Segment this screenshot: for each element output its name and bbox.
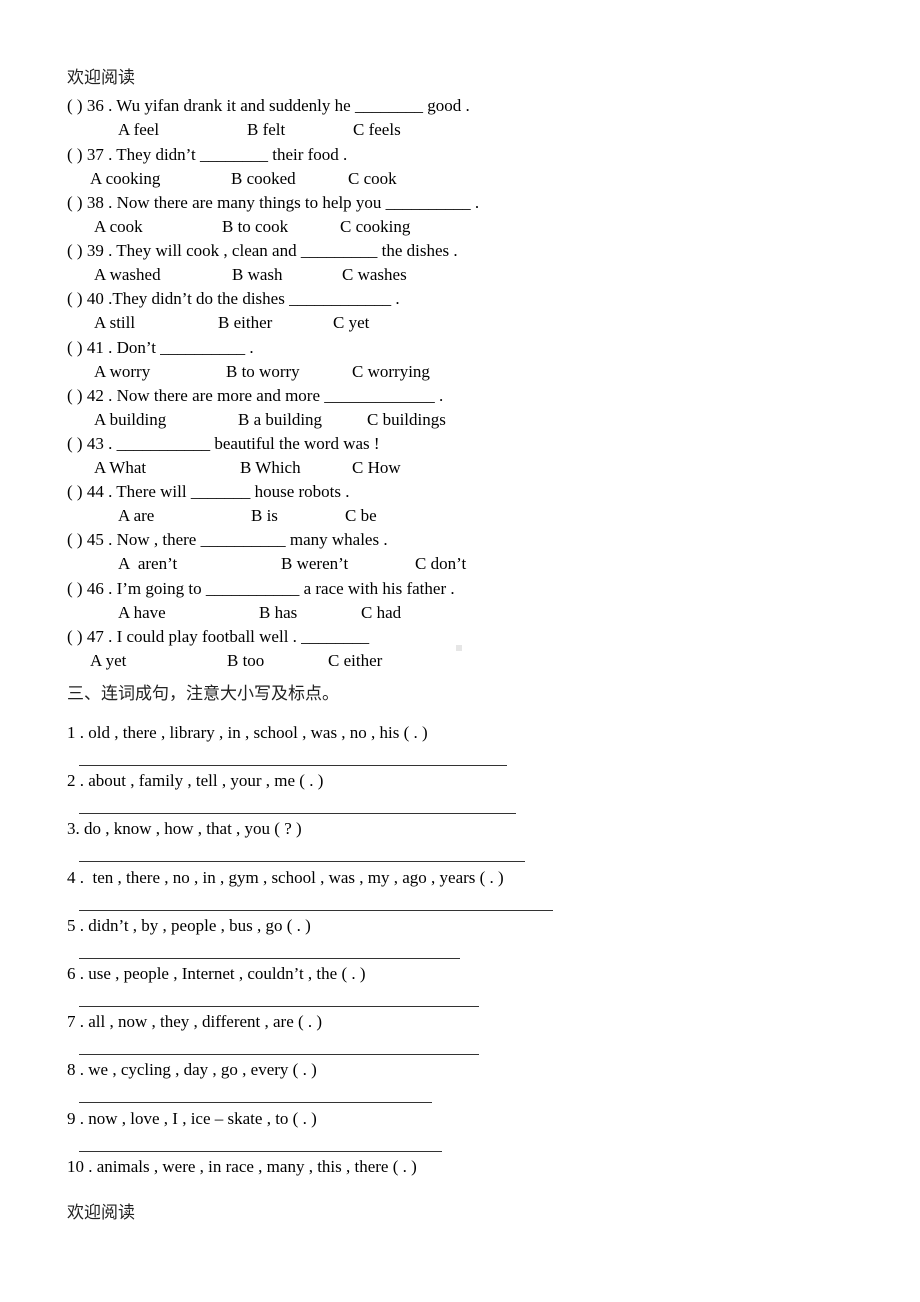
option-b: B is xyxy=(251,506,278,525)
option-c: C worrying xyxy=(352,362,430,381)
question-47: ( ) 47 . I could play football well . __… xyxy=(67,627,370,646)
answer-line[interactable] xyxy=(79,1054,479,1055)
sentence-item-8: 8 . we , cycling , day , go , every ( . … xyxy=(67,1060,317,1079)
option-c: C How xyxy=(352,458,401,477)
option-b: B to worry xyxy=(226,362,300,381)
question-37: ( ) 37 . They didn’t ________ their food… xyxy=(67,145,348,164)
option-c: C cooking xyxy=(340,217,411,236)
option-a: A feel xyxy=(118,120,160,139)
option-b: B cooked xyxy=(231,169,296,188)
option-c: C buildings xyxy=(367,410,446,429)
section-title: 三、连词成句，注意大小写及标点。 xyxy=(67,684,339,704)
answer-line[interactable] xyxy=(79,1102,432,1103)
option-b: B either xyxy=(218,313,273,332)
answer-line[interactable] xyxy=(79,1151,442,1152)
footer-text: 欢迎阅读 xyxy=(67,1203,135,1223)
option-c: C be xyxy=(345,506,377,525)
option-a: A cook xyxy=(94,217,143,236)
option-a: A still xyxy=(94,313,136,332)
question-39: ( ) 39 . They will cook , clean and ____… xyxy=(67,241,458,260)
option-b: B Which xyxy=(240,458,301,477)
option-c: C cook xyxy=(348,169,397,188)
question-46: ( ) 46 . I’m going to ___________ a race… xyxy=(67,579,455,598)
option-a: A worry xyxy=(94,362,151,381)
answer-line[interactable] xyxy=(79,765,507,766)
option-a: A washed xyxy=(94,265,161,284)
question-42: ( ) 42 . Now there are more and more ___… xyxy=(67,386,444,405)
decorative-dot xyxy=(456,645,462,651)
option-a: A have xyxy=(118,603,166,622)
sentence-item-1: 1 . old , there , library , in , school … xyxy=(67,723,428,742)
question-40: ( ) 40 .They didn’t do the dishes ______… xyxy=(67,289,400,308)
option-a: A cooking xyxy=(90,169,161,188)
question-45: ( ) 45 . Now , there __________ many wha… xyxy=(67,530,388,549)
sentence-item-2: 2 . about , family , tell , your , me ( … xyxy=(67,771,324,790)
question-36: ( ) 36 . Wu yifan drank it and suddenly … xyxy=(67,96,470,115)
option-c: C either xyxy=(328,651,383,670)
option-b: B too xyxy=(227,651,265,670)
option-a: A What xyxy=(94,458,147,477)
question-38: ( ) 38 . Now there are many things to he… xyxy=(67,193,480,212)
option-c: C don’t xyxy=(415,554,467,573)
option-c: C yet xyxy=(333,313,370,332)
sentence-item-6: 6 . use , people , Internet , couldn’t ,… xyxy=(67,964,366,983)
option-c: C had xyxy=(361,603,402,622)
option-b: B wash xyxy=(232,265,283,284)
answer-line[interactable] xyxy=(79,1006,479,1007)
sentence-item-3: 3. do , know , how , that , you ( ? ) xyxy=(67,819,302,838)
option-b: B to cook xyxy=(222,217,289,236)
answer-line[interactable] xyxy=(79,861,525,862)
option-a: A building xyxy=(94,410,167,429)
answer-line[interactable] xyxy=(79,958,460,959)
option-a: A yet xyxy=(90,651,127,670)
sentence-item-7: 7 . all , now , they , different , are (… xyxy=(67,1012,323,1031)
sentence-item-10: 10 . animals , were , in race , many , t… xyxy=(67,1157,417,1176)
option-c: C washes xyxy=(342,265,407,284)
option-c: C feels xyxy=(353,120,401,139)
question-43: ( ) 43 . ___________ beautiful the word … xyxy=(67,434,380,453)
question-44: ( ) 44 . There will _______ house robots… xyxy=(67,482,350,501)
option-b: B weren’t xyxy=(281,554,349,573)
option-b: B a building xyxy=(238,410,323,429)
sentence-item-5: 5 . didn’t , by , people , bus , go ( . … xyxy=(67,916,311,935)
sentence-item-9: 9 . now , love , I , ice – skate , to ( … xyxy=(67,1109,317,1128)
header-text: 欢迎阅读 xyxy=(67,68,135,88)
question-41: ( ) 41 . Don’t __________ . xyxy=(67,338,254,357)
sentence-item-4: 4 . ten , there , no , in , gym , school… xyxy=(67,868,504,887)
option-b: B has xyxy=(259,603,298,622)
answer-line[interactable] xyxy=(79,813,516,814)
answer-line[interactable] xyxy=(79,910,553,911)
option-b: B felt xyxy=(247,120,286,139)
option-a: A aren’t xyxy=(118,554,178,573)
option-a: A are xyxy=(118,506,155,525)
